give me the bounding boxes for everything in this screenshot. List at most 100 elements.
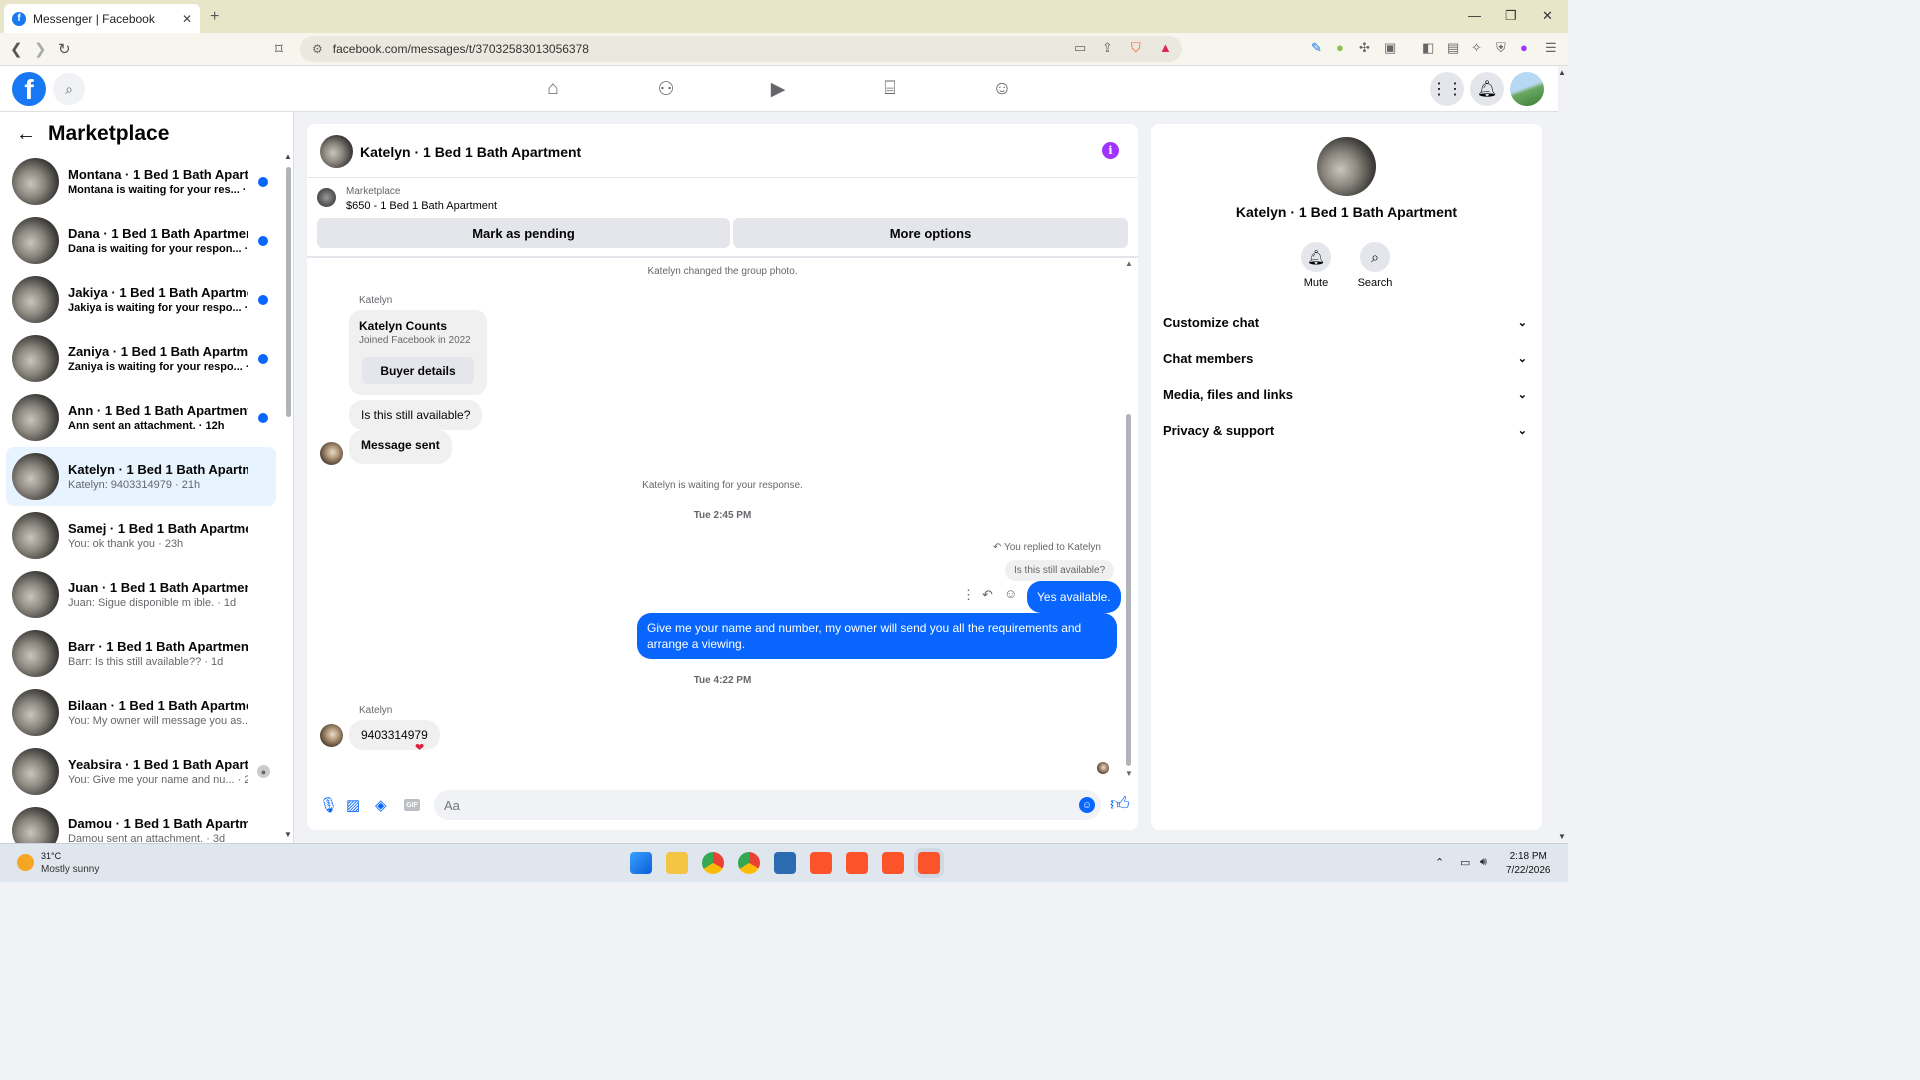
menu-icon[interactable]: ☰ bbox=[1545, 40, 1557, 56]
info-icon[interactable]: i bbox=[1102, 142, 1119, 159]
restore-icon[interactable]: ❐ bbox=[1505, 8, 1517, 24]
heart-reaction-icon[interactable]: ❤ bbox=[415, 741, 424, 754]
page-scroll-up-icon[interactable]: ▲ bbox=[1558, 68, 1566, 77]
forward-icon[interactable]: ❯ bbox=[34, 40, 47, 58]
tray-chevron-icon[interactable]: ⌃ bbox=[1435, 856, 1444, 869]
back-arrow-icon[interactable]: ← bbox=[16, 123, 36, 146]
start-icon[interactable] bbox=[630, 852, 652, 874]
sender-avatar[interactable] bbox=[320, 724, 343, 747]
extension-box-icon[interactable]: ▣ bbox=[1384, 40, 1396, 56]
incoming-message[interactable]: 9403314979 bbox=[349, 720, 440, 750]
sender-avatar[interactable] bbox=[320, 442, 343, 465]
minimize-icon[interactable]: — bbox=[1468, 8, 1481, 23]
gif-icon[interactable]: GIF bbox=[404, 799, 420, 811]
customize-chat-section[interactable]: Customize chat ⌄ bbox=[1163, 307, 1531, 337]
chat-list-item[interactable]: Katelyn · 1 Bed 1 Bath Apartment Katelyn:… bbox=[6, 447, 276, 506]
info-avatar[interactable] bbox=[1317, 137, 1376, 196]
menu-grid-icon[interactable]: ⋮⋮ bbox=[1430, 72, 1464, 106]
brave-rewards-icon[interactable]: ▲ bbox=[1159, 40, 1172, 55]
search-icon[interactable]: ⌕ bbox=[53, 73, 85, 105]
close-window-icon[interactable]: ✕ bbox=[1542, 8, 1553, 24]
share-icon[interactable]: ⇪ bbox=[1102, 40, 1113, 56]
sticker-icon[interactable]: ◈ bbox=[375, 796, 387, 814]
extension-icon[interactable]: ✎ bbox=[1311, 40, 1322, 56]
outgoing-message[interactable]: Give me your name and number, my owner w… bbox=[637, 613, 1117, 659]
scroll-up-icon[interactable]: ▲ bbox=[284, 152, 292, 161]
outgoing-message[interactable]: Yes available. bbox=[1027, 581, 1121, 613]
facebook-logo-icon[interactable]: f bbox=[12, 72, 46, 106]
volume-icon[interactable]: 🔊︎ bbox=[1480, 856, 1487, 869]
vpn-icon[interactable]: ⛨ bbox=[1496, 40, 1506, 56]
chat-list-item[interactable]: Bilaan · 1 Bed 1 Bath Apartment You: My o… bbox=[6, 683, 276, 742]
magnifier-icon[interactable]: ⌕ bbox=[1360, 242, 1390, 272]
network-icon[interactable]: ▭ bbox=[1460, 856, 1470, 869]
chat-list-item[interactable]: Juan · 1 Bed 1 Bath Apartment Juan: Sigue… bbox=[6, 565, 276, 624]
chat-list-item[interactable]: Samej · 1 Bed 1 Bath Apartment You: ok th… bbox=[6, 506, 276, 565]
page-scroll-down-icon[interactable]: ▼ bbox=[1558, 832, 1566, 841]
microphone-icon[interactable]: 🎙︎ bbox=[319, 796, 338, 814]
wallet-icon[interactable]: ▤ bbox=[1447, 40, 1459, 56]
new-tab-icon[interactable]: + bbox=[210, 8, 219, 26]
profile-icon[interactable]: ● bbox=[1520, 40, 1528, 55]
privacy-support-section[interactable]: Privacy & support ⌄ bbox=[1163, 415, 1531, 445]
more-actions-icon[interactable]: ⋮ bbox=[962, 587, 975, 603]
marketplace-icon[interactable]: ⌸ bbox=[878, 78, 902, 100]
chat-members-section[interactable]: Chat members ⌄ bbox=[1163, 343, 1531, 373]
thumbs-up-icon[interactable]: 👍︎ bbox=[1110, 793, 1130, 816]
chat-list-item[interactable]: Dana · 1 Bed 1 Bath Apartment Dana is wai… bbox=[6, 211, 276, 270]
chrome-icon[interactable] bbox=[702, 852, 724, 874]
extension-green-icon[interactable]: ● bbox=[1336, 40, 1344, 55]
browser-tab[interactable]: f Messenger | Facebook ✕ bbox=[4, 4, 200, 33]
reply-action-icon[interactable]: ↶ bbox=[982, 587, 993, 603]
notepad-icon[interactable] bbox=[774, 852, 796, 874]
message-input[interactable] bbox=[434, 790, 1101, 820]
bookmark-icon[interactable]: ⌑ bbox=[275, 40, 283, 58]
clock[interactable]: 2:18 PM 7/22/2026 bbox=[1506, 850, 1551, 878]
chrome-profile-icon[interactable] bbox=[738, 852, 760, 874]
chat-list-item[interactable]: Zaniya · 1 Bed 1 Bath Apartment Zaniya is… bbox=[6, 329, 276, 388]
chat-list-item[interactable]: Montana · 1 Bed 1 Bath Apart... Montana i… bbox=[6, 152, 276, 211]
home-icon[interactable]: ⌂ bbox=[541, 78, 565, 100]
friends-icon[interactable]: ⚇ bbox=[654, 78, 678, 100]
mute-button[interactable]: 🔔︎ Mute bbox=[1286, 242, 1346, 289]
scroll-down-icon[interactable]: ▼ bbox=[284, 830, 292, 839]
brave-icon[interactable] bbox=[810, 852, 832, 874]
photo-icon[interactable]: ▨ bbox=[346, 796, 360, 814]
thread-scroll-up-icon[interactable]: ▲ bbox=[1125, 259, 1133, 268]
close-tab-icon[interactable]: ✕ bbox=[182, 12, 192, 26]
extensions-puzzle-icon[interactable]: ✣ bbox=[1359, 40, 1370, 56]
more-options-button[interactable]: More options bbox=[733, 218, 1128, 248]
conversation-title[interactable]: Katelyn · 1 Bed 1 Bath Apartment bbox=[360, 144, 581, 160]
brave-icon[interactable] bbox=[882, 852, 904, 874]
site-info-icon[interactable]: ⚙ bbox=[312, 42, 323, 56]
file-explorer-icon[interactable] bbox=[666, 852, 688, 874]
groups-icon[interactable]: ☺ bbox=[990, 78, 1014, 100]
chat-list-item[interactable]: Barr · 1 Bed 1 Bath Apartment Barr: Is th… bbox=[6, 624, 276, 683]
brave-icon[interactable] bbox=[846, 852, 868, 874]
cast-icon[interactable]: ▭ bbox=[1074, 40, 1086, 56]
listing-title[interactable]: $650 - 1 Bed 1 Bath Apartment bbox=[346, 200, 497, 212]
account-avatar[interactable] bbox=[1510, 72, 1544, 106]
bell-icon[interactable]: 🔔︎ bbox=[1301, 242, 1331, 272]
search-conversation-button[interactable]: ⌕ Search bbox=[1345, 242, 1405, 289]
conversation-avatar[interactable] bbox=[320, 135, 353, 168]
quoted-message[interactable]: Is this still available? bbox=[1005, 560, 1115, 581]
chat-list-scrollbar[interactable] bbox=[286, 167, 291, 417]
media-files-links-section[interactable]: Media, files and links ⌄ bbox=[1163, 379, 1531, 409]
chat-list-item[interactable]: Ann · 1 Bed 1 Bath Apartment Ann sent an … bbox=[6, 388, 276, 447]
buyer-details-button[interactable]: Buyer details bbox=[362, 357, 474, 384]
chat-list-item[interactable]: Yeabsira · 1 Bed 1 Bath Apart... You: Giv… bbox=[6, 742, 276, 801]
chat-list-item[interactable]: Damou · 1 Bed 1 Bath Apartment Damou sent… bbox=[6, 801, 276, 843]
leo-ai-icon[interactable]: ✧ bbox=[1471, 40, 1482, 56]
emoji-icon[interactable]: ☺ bbox=[1079, 797, 1095, 813]
back-icon[interactable]: ❮ bbox=[10, 40, 23, 58]
sidebar-icon[interactable]: ◧ bbox=[1422, 40, 1434, 56]
reload-icon[interactable]: ↻ bbox=[58, 40, 71, 58]
brave-active-icon[interactable] bbox=[918, 852, 940, 874]
notifications-icon[interactable]: 🔔︎ bbox=[1470, 72, 1504, 106]
listing-thumbnail[interactable] bbox=[317, 188, 336, 207]
incoming-message[interactable]: Message sent bbox=[349, 430, 452, 464]
mark-as-pending-button[interactable]: Mark as pending bbox=[317, 218, 730, 248]
thread-scroll-down-icon[interactable]: ▼ bbox=[1125, 769, 1133, 778]
thread-scrollbar[interactable] bbox=[1126, 414, 1131, 766]
